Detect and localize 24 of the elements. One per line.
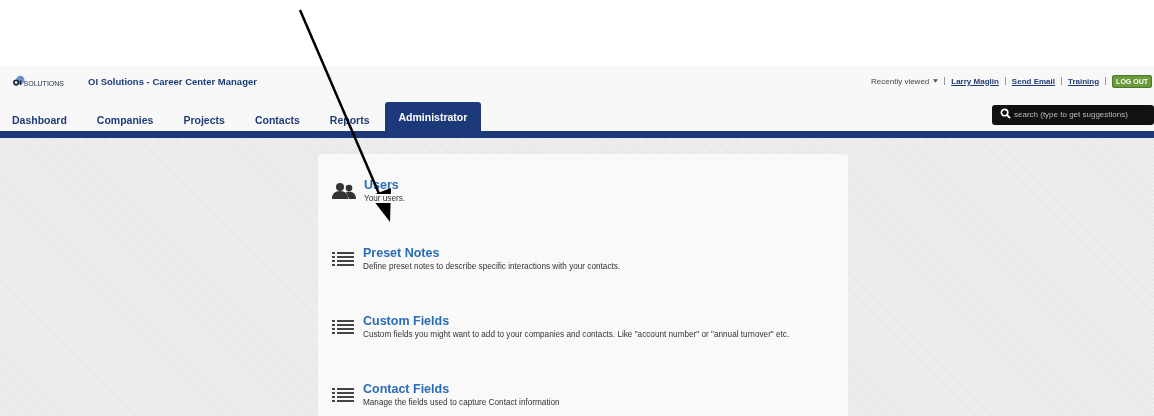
header-link[interactable]: Training xyxy=(1068,76,1100,86)
list-icon xyxy=(332,320,354,334)
admin-item-description: Define preset notes to describe specific interactions with your contacts. xyxy=(363,262,621,271)
users-icon xyxy=(332,182,356,200)
admin-item-link[interactable]: Preset Notes xyxy=(363,246,621,260)
search-field[interactable]: search (type to get suggestions) xyxy=(992,104,1154,125)
admin-item-link[interactable]: Contact Fields xyxy=(363,382,560,396)
nav-tab[interactable]: Dashboard xyxy=(0,114,82,131)
search-icon xyxy=(1000,108,1011,119)
nav-tab[interactable]: Projects xyxy=(168,114,240,131)
admin-item-description: Custom fields you might want to add to your companies and contacts. Like "account number" or "annual turnover" etc. xyxy=(363,330,790,339)
list-icon xyxy=(332,388,354,402)
caret-icon xyxy=(933,79,939,84)
app-title: OI Solutions - Career Center Manager xyxy=(88,75,257,87)
admin-item-link[interactable]: Custom Fields xyxy=(363,314,790,328)
header-link[interactable]: Larry Maglin xyxy=(951,76,999,86)
admin-item-description: Your users. xyxy=(364,194,406,203)
list-icon xyxy=(332,252,354,266)
recently-viewed-menu[interactable]: Recently viewed xyxy=(871,76,939,86)
header-link[interactable]: Send Email xyxy=(1011,76,1055,86)
nav-tab[interactable]: Administrator xyxy=(384,102,482,131)
admin-item-description: Manage the fields used to capture Contact information xyxy=(363,398,560,407)
nav-tab[interactable]: Companies xyxy=(81,114,169,131)
nav-tab[interactable]: Contacts xyxy=(239,114,315,131)
